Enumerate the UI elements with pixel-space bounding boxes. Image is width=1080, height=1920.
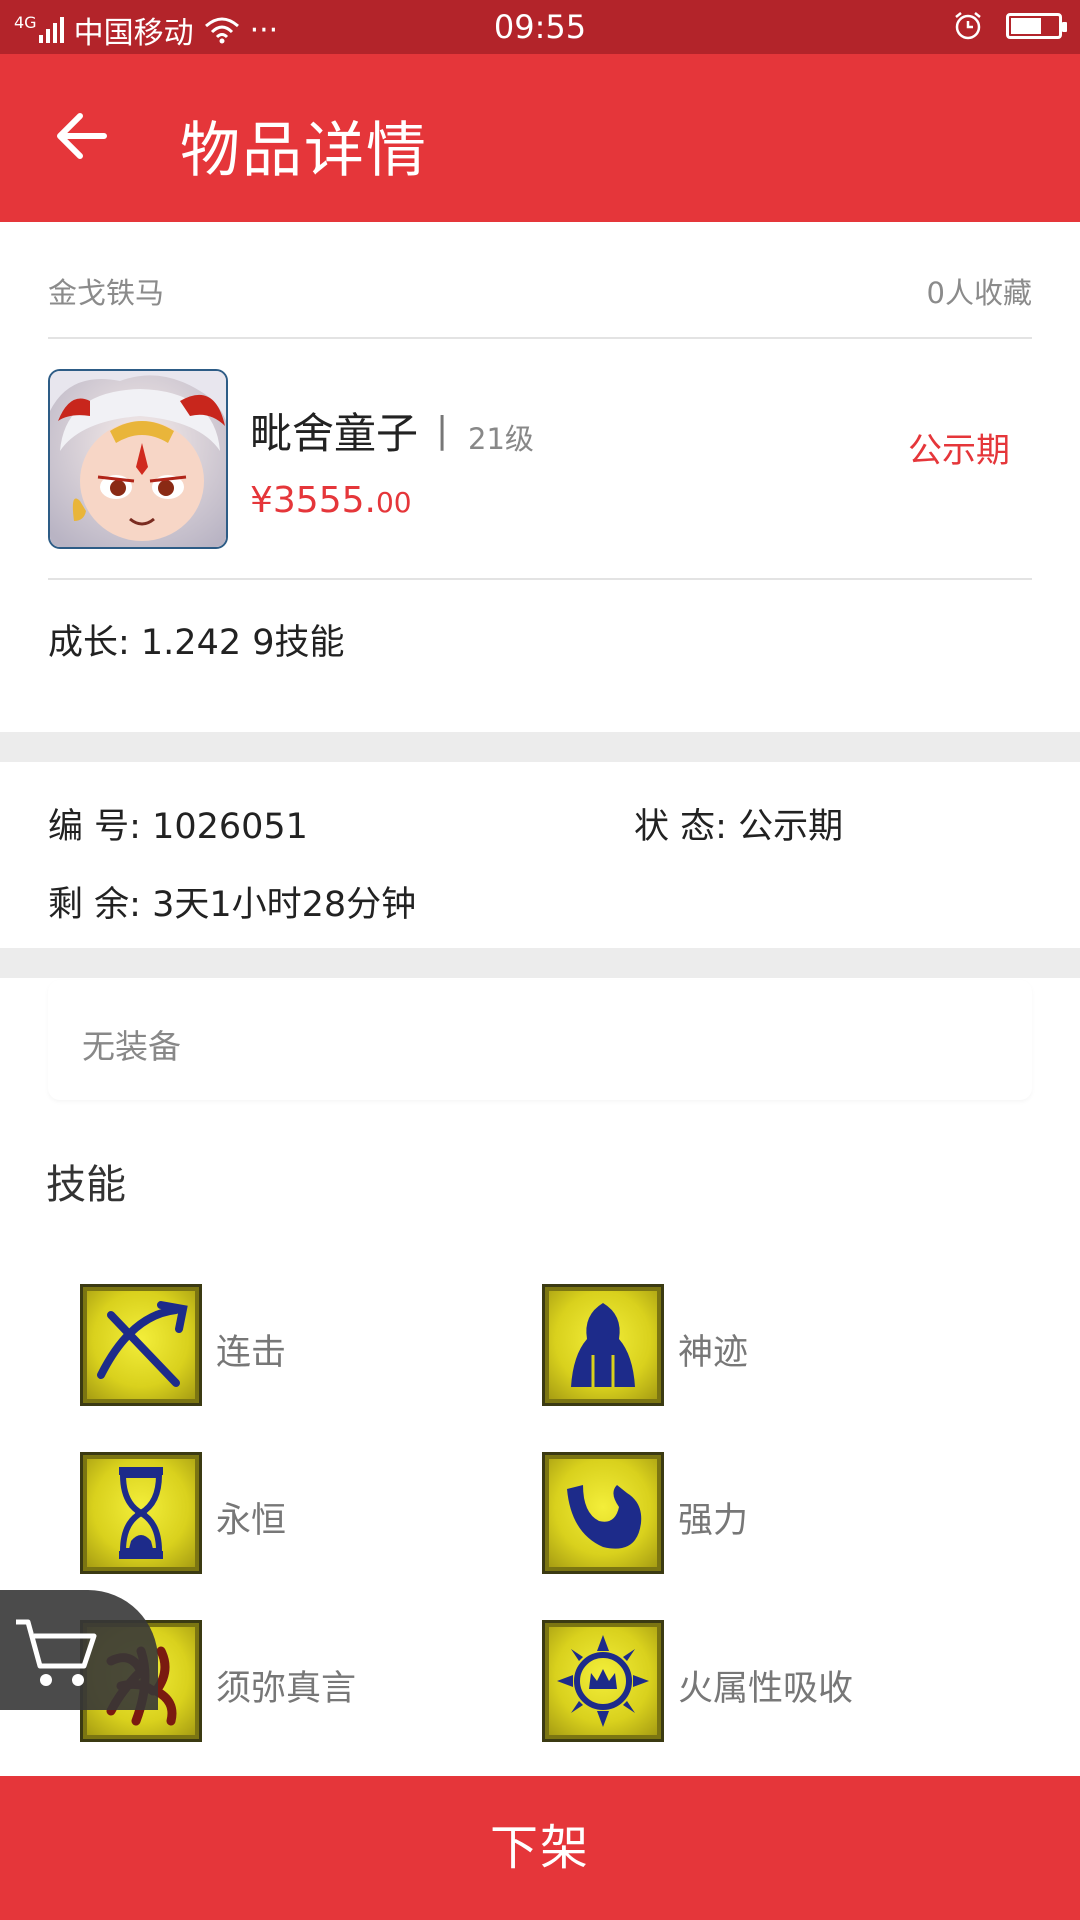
pet-level: 21级 [468, 422, 534, 456]
state-value: 公示期 [738, 807, 844, 847]
price: ¥3555.00 [250, 480, 412, 521]
remaining-label: 剩 余: [48, 885, 141, 925]
state-row: 状 态: 公示期 [634, 798, 843, 849]
skills-title: 技能 [46, 1162, 126, 1208]
id-value: 1026051 [152, 807, 308, 847]
id-label: 编 号: [48, 807, 141, 847]
equipment-box: 无装备 [48, 980, 1032, 1100]
app-bar: 物品详情 [0, 54, 1080, 222]
divider [48, 578, 1032, 580]
status-bar: 4G 中国移动 ··· 09:55 [0, 0, 1080, 54]
state-label: 状 态: [634, 807, 727, 847]
shopping-cart-icon [16, 1619, 97, 1686]
floating-cart-button[interactable] [0, 1590, 158, 1710]
skill-item[interactable]: 火属性吸收 [542, 1620, 962, 1742]
hourglass-icon [80, 1452, 202, 1574]
section-gap [0, 732, 1080, 762]
shop-name[interactable]: 金戈铁马 [48, 270, 164, 312]
remaining-row: 剩 余: 3天1小时28分钟 [48, 876, 416, 927]
pet-avatar [48, 369, 228, 549]
status-right [952, 10, 1067, 42]
page-title: 物品详情 [180, 116, 428, 186]
alarm-icon [955, 12, 981, 40]
hooded-figure-icon [542, 1284, 664, 1406]
name-separator: | [436, 410, 449, 451]
divider [48, 337, 1032, 339]
skill-item[interactable]: 强力 [542, 1452, 962, 1574]
sun-crown-icon [542, 1620, 664, 1742]
skill-item[interactable]: 神迹 [542, 1284, 962, 1406]
skill-name: 须弥真言 [216, 1669, 357, 1709]
flexed-arm-icon [542, 1452, 664, 1574]
delist-label: 下架 [489, 1820, 590, 1876]
skill-item[interactable]: 永恒 [80, 1452, 500, 1574]
back-arrow-icon[interactable] [52, 106, 112, 166]
price-main: ¥3555. [250, 480, 376, 521]
favorite-count: 0人收藏 [926, 276, 1032, 310]
skill-name: 火属性吸收 [678, 1669, 854, 1709]
skill-name: 强力 [678, 1501, 749, 1541]
skill-name: 连击 [216, 1333, 287, 1373]
id-row: 编 号: 1026051 [48, 798, 308, 849]
crossed-blades-icon [80, 1284, 202, 1406]
skill-item[interactable]: 连击 [80, 1284, 500, 1406]
status-badge: 公示期 [908, 431, 1010, 471]
pet-name: 毗舍童子 [250, 409, 419, 458]
section-gap [0, 948, 1080, 978]
battery-icon [1006, 13, 1067, 39]
remaining-value: 3天1小时28分钟 [152, 885, 417, 925]
delist-button[interactable]: 下架 [0, 1776, 1080, 1920]
no-equipment-text: 无装备 [82, 1027, 181, 1066]
skill-name: 神迹 [678, 1333, 749, 1373]
price-cents: 00 [375, 486, 412, 519]
clock: 09:55 [493, 8, 587, 46]
skill-name: 永恒 [216, 1501, 287, 1541]
growth-skills: 成长: 1.242 9技能 [48, 623, 345, 663]
